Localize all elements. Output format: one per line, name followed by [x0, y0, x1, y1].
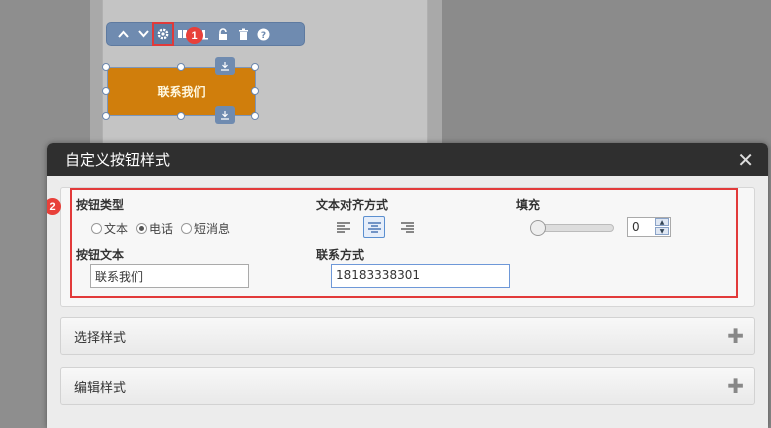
element-toolbar: ?	[106, 22, 305, 46]
plus-icon[interactable]: ✚	[727, 376, 744, 396]
radio-phone[interactable]: 电话	[136, 220, 173, 237]
spin-down-icon[interactable]: ▼	[655, 227, 669, 235]
resize-handle[interactable]	[251, 63, 259, 71]
resize-handle[interactable]	[102, 87, 110, 95]
resize-handle[interactable]	[102, 63, 110, 71]
chevron-up-icon[interactable]	[113, 23, 133, 45]
fill-slider-handle[interactable]	[530, 220, 546, 236]
contact-label: 联系方式	[316, 248, 365, 262]
custom-button-style-dialog: 自定义按钮样式 ✕ 按钮类型 文本 电话 短消息 文本对齐方式 填充 0 ▲ ▼…	[47, 143, 768, 428]
text-align-label: 文本对齐方式	[316, 198, 389, 212]
dialog-title: 自定义按钮样式	[65, 151, 171, 169]
resize-handle[interactable]	[251, 112, 259, 120]
resize-handle[interactable]	[102, 112, 110, 120]
dialog-header: 自定义按钮样式 ✕	[47, 143, 768, 176]
svg-text:?: ?	[260, 31, 265, 41]
spin-up-icon[interactable]: ▲	[655, 218, 669, 226]
section-select-style-label: 选择样式	[74, 330, 127, 346]
close-icon[interactable]: ✕	[737, 150, 754, 170]
contact-input[interactable]: 18183338301	[331, 264, 510, 288]
step-marker-2: 2	[47, 198, 61, 215]
section-edit-style-label: 编辑样式	[74, 380, 127, 396]
anchor-download-icon[interactable]	[215, 57, 235, 75]
help-icon[interactable]: ?	[253, 23, 273, 45]
chevron-down-icon[interactable]	[133, 23, 153, 45]
section-edit-style[interactable]: 编辑样式 ✚	[60, 367, 755, 405]
radio-text[interactable]: 文本	[91, 220, 128, 237]
resize-handle[interactable]	[177, 112, 185, 120]
fill-label: 填充	[516, 198, 541, 212]
align-right-icon[interactable]	[396, 216, 418, 238]
unlock-icon[interactable]	[213, 23, 233, 45]
align-left-icon[interactable]	[332, 216, 354, 238]
button-text-label: 按钮文本	[76, 248, 125, 262]
section-select-style[interactable]: 选择样式 ✚	[60, 317, 755, 355]
anchor-download-icon[interactable]	[215, 106, 235, 124]
button-text-input[interactable]: 联系我们	[90, 264, 249, 288]
trash-icon[interactable]	[233, 23, 253, 45]
align-center-icon[interactable]	[363, 216, 385, 238]
plus-icon[interactable]: ✚	[727, 326, 744, 346]
button-type-radios: 文本 电话 短消息	[91, 220, 236, 237]
step-marker-1: 1	[186, 27, 203, 44]
gear-icon[interactable]	[152, 22, 174, 46]
resize-handle[interactable]	[251, 87, 259, 95]
button-type-label: 按钮类型	[76, 198, 125, 212]
radio-sms[interactable]: 短消息	[181, 220, 230, 237]
resize-handle[interactable]	[177, 63, 185, 71]
